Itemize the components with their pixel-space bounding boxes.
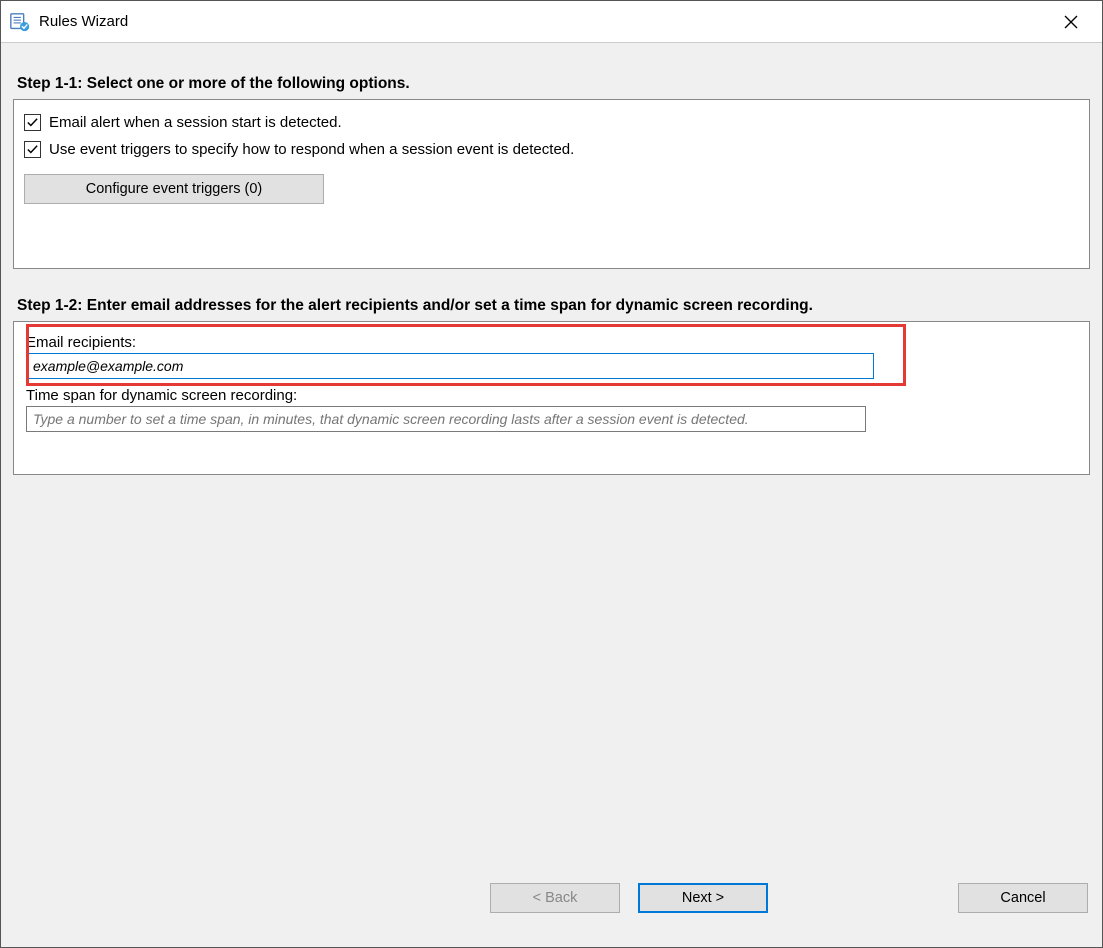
configure-event-triggers-button[interactable]: Configure event triggers (0) bbox=[24, 174, 324, 204]
time-span-label: Time span for dynamic screen recording: bbox=[26, 387, 1081, 404]
checkbox-event-triggers[interactable] bbox=[24, 141, 41, 158]
checkbox-event-triggers-label: Use event triggers to specify how to res… bbox=[49, 141, 574, 158]
close-icon bbox=[1064, 15, 1078, 29]
window-title: Rules Wizard bbox=[39, 13, 1048, 30]
content-area: Step 1-1: Select one or more of the foll… bbox=[1, 43, 1102, 947]
step-1-1-heading: Step 1-1: Select one or more of the foll… bbox=[17, 75, 1090, 93]
email-recipients-label: Email recipients: bbox=[26, 334, 1081, 351]
email-recipients-input[interactable] bbox=[26, 353, 874, 379]
checkbox-email-alert[interactable] bbox=[24, 114, 41, 131]
close-button[interactable] bbox=[1048, 6, 1094, 38]
app-icon bbox=[9, 11, 31, 33]
step-1-2-heading: Step 1-2: Enter email addresses for the … bbox=[17, 297, 1090, 315]
back-button: < Back bbox=[490, 883, 620, 913]
checkbox-email-alert-row: Email alert when a session start is dete… bbox=[24, 114, 1081, 131]
titlebar: Rules Wizard bbox=[1, 1, 1102, 43]
step-1-2-panel: Email recipients: Time span for dynamic … bbox=[13, 321, 1090, 475]
next-button[interactable]: Next > bbox=[638, 883, 768, 913]
cancel-button[interactable]: Cancel bbox=[958, 883, 1088, 913]
check-icon bbox=[26, 143, 39, 156]
checkbox-email-alert-label: Email alert when a session start is dete… bbox=[49, 114, 342, 131]
wizard-button-bar: < Back Next > Cancel bbox=[1, 883, 1102, 947]
time-span-input[interactable] bbox=[26, 406, 866, 432]
checkbox-event-triggers-row: Use event triggers to specify how to res… bbox=[24, 141, 1081, 158]
check-icon bbox=[26, 116, 39, 129]
step-1-1-panel: Email alert when a session start is dete… bbox=[13, 99, 1090, 269]
